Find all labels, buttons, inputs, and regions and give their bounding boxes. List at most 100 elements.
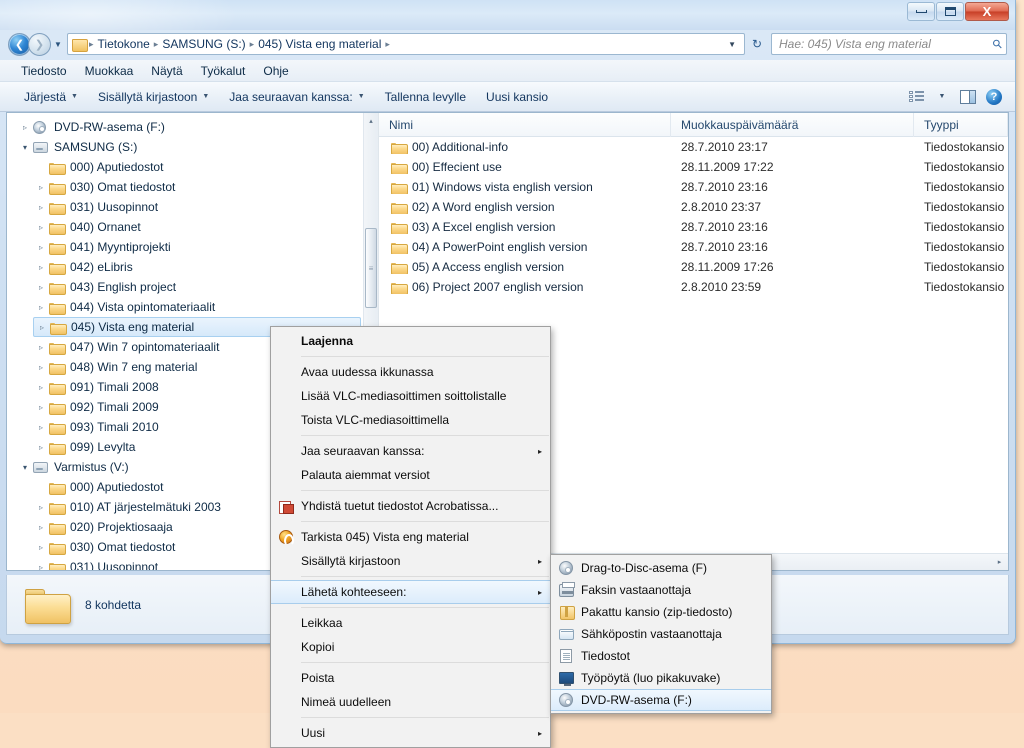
context-menu-item[interactable]: Poista — [271, 666, 550, 690]
breadcrumb-item-0[interactable]: Tietokone — [95, 37, 153, 51]
expand-arrow-icon[interactable]: ▹ — [33, 563, 49, 571]
collapse-arrow-icon[interactable]: ▾ — [17, 463, 33, 472]
context-menu-item[interactable]: Palauta aiemmat versiot — [271, 463, 550, 487]
folder-icon — [72, 38, 86, 50]
expand-arrow-icon[interactable]: ▹ — [33, 263, 49, 272]
forward-button[interactable]: ❯ — [28, 33, 51, 56]
send-to-menu-item-label: Pakattu kansio (zip-tiedosto) — [581, 605, 747, 619]
breadcrumb-item-2[interactable]: 045) Vista eng material — [255, 37, 384, 51]
expand-arrow-icon[interactable]: ▹ — [33, 363, 49, 372]
recent-locations-button[interactable]: ▼ — [51, 40, 65, 49]
tree-item[interactable]: ▹043) English project — [33, 277, 363, 297]
tree-item[interactable]: ▾SAMSUNG (S:) — [17, 137, 363, 157]
tree-item[interactable]: 000) Aputiedostot — [33, 157, 363, 177]
tree-item[interactable]: ▹031) Uusopinnot — [33, 197, 363, 217]
navigation-scrollbar-thumb[interactable]: ≡ — [365, 228, 377, 308]
maximize-button[interactable] — [936, 2, 964, 21]
breadcrumb-item-1[interactable]: SAMSUNG (S:) — [159, 37, 248, 51]
breadcrumb[interactable]: ▸ Tietokone ▸ SAMSUNG (S:) ▸ 045) Vista … — [67, 33, 745, 55]
expand-arrow-icon[interactable]: ▹ — [17, 123, 33, 132]
context-menu-item[interactable]: Lisää VLC-mediasoittimen soittolistalle — [271, 384, 550, 408]
send-to-menu-item[interactable]: Drag-to-Disc-asema (F) — [551, 557, 771, 579]
toolbar-button-tallenna-levylle[interactable]: Tallenna levylle — [375, 87, 476, 107]
context-menu-item[interactable]: Nimeä uudelleen — [271, 690, 550, 714]
table-row[interactable]: 06) Project 2007 english version2.8.2010… — [379, 277, 1008, 297]
expand-arrow-icon[interactable]: ▹ — [33, 423, 49, 432]
search-input[interactable]: Hae: 045) Vista eng material ⚲ — [771, 33, 1007, 55]
help-icon[interactable]: ? — [981, 86, 1007, 108]
close-button[interactable]: X — [965, 2, 1009, 21]
tree-item[interactable]: ▹040) Ornanet — [33, 217, 363, 237]
context-menu-item[interactable]: Uusi▸ — [271, 721, 550, 745]
toolbar-button-sisallyta-kirjastoon[interactable]: Sisällytä kirjastoon ▼ — [88, 87, 219, 107]
toolbar-button-jarjesta[interactable]: Järjestä ▼ — [14, 87, 88, 107]
context-menu-item[interactable]: Kopioi — [271, 635, 550, 659]
context-menu-item[interactable]: Leikkaa — [271, 611, 550, 635]
folder-icon — [49, 521, 66, 533]
expand-arrow-icon[interactable]: ▹ — [33, 503, 49, 512]
disc-icon — [551, 561, 581, 575]
tree-item[interactable]: ▹042) eLibris — [33, 257, 363, 277]
context-menu-item[interactable]: Laajenna — [271, 329, 550, 353]
expand-arrow-icon[interactable]: ▹ — [33, 443, 49, 452]
table-row[interactable]: 00) Additional-info28.7.2010 23:17Tiedos… — [379, 137, 1008, 157]
menu-item-muokkaa[interactable]: Muokkaa — [76, 62, 143, 80]
context-menu-item[interactable]: Toista VLC-mediasoittimella — [271, 408, 550, 432]
tree-item[interactable]: ▹044) Vista opintomateriaalit — [33, 297, 363, 317]
send-to-menu-item[interactable]: Pakattu kansio (zip-tiedosto) — [551, 601, 771, 623]
expand-arrow-icon[interactable]: ▹ — [33, 283, 49, 292]
column-header-nimi[interactable]: Nimi — [379, 113, 671, 137]
context-menu-item[interactable]: Lähetä kohteeseen:▸ — [271, 580, 550, 604]
expand-arrow-icon[interactable]: ▹ — [33, 183, 49, 192]
column-header-tyyppi[interactable]: Tyyppi — [914, 113, 1008, 137]
menu-item-tiedosto[interactable]: Tiedosto — [12, 62, 76, 80]
table-row[interactable]: 01) Windows vista english version28.7.20… — [379, 177, 1008, 197]
table-row[interactable]: 04) A PowerPoint english version28.7.201… — [379, 237, 1008, 257]
expand-arrow-icon[interactable]: ▹ — [33, 343, 49, 352]
breadcrumb-dropdown-button[interactable]: ▼ — [722, 40, 742, 49]
menu-item-ohje[interactable]: Ohje — [254, 62, 297, 80]
expand-arrow-icon[interactable]: ▹ — [33, 243, 49, 252]
expand-arrow-icon[interactable]: ▹ — [33, 403, 49, 412]
expand-arrow-icon[interactable]: ▹ — [33, 523, 49, 532]
menu-separator — [301, 521, 549, 522]
tree-item[interactable]: ▹DVD-RW-asema (F:) — [17, 117, 363, 137]
toolbar-button-jaa-seuraavan-kanssa[interactable]: Jaa seuraavan kanssa: ▼ — [219, 87, 374, 107]
table-row[interactable]: 00) Effecient use28.11.2009 17:22Tiedost… — [379, 157, 1008, 177]
tree-item[interactable]: ▹041) Myyntiprojekti — [33, 237, 363, 257]
menu-item-nayta[interactable]: Näytä — [142, 62, 191, 80]
preview-pane-icon[interactable] — [955, 86, 981, 108]
expand-arrow-icon[interactable]: ▹ — [33, 543, 49, 552]
scroll-right-button[interactable]: ▸ — [991, 554, 1008, 570]
scroll-up-button[interactable]: ▴ — [364, 113, 378, 129]
context-menu-item[interactable]: Jaa seuraavan kanssa:▸ — [271, 439, 550, 463]
send-to-menu-item[interactable]: Tiedostot — [551, 645, 771, 667]
send-to-menu-item[interactable]: DVD-RW-asema (F:) — [551, 689, 771, 711]
expand-arrow-icon[interactable]: ▹ — [33, 383, 49, 392]
tree-item-label: 031) Uusopinnot — [66, 560, 158, 570]
send-to-submenu: Drag-to-Disc-asema (F)Faksin vastaanotta… — [550, 554, 772, 714]
send-to-menu-item[interactable]: Työpöytä (luo pikakuvake) — [551, 667, 771, 689]
expand-arrow-icon[interactable]: ▹ — [33, 203, 49, 212]
table-row[interactable]: 03) A Excel english version28.7.2010 23:… — [379, 217, 1008, 237]
toolbar-button-uusi-kansio[interactable]: Uusi kansio — [476, 87, 558, 107]
expand-arrow-icon[interactable]: ▹ — [34, 323, 50, 332]
expand-arrow-icon[interactable]: ▹ — [33, 303, 49, 312]
send-to-menu-item[interactable]: Sähköpostin vastaanottaja — [551, 623, 771, 645]
expand-arrow-icon[interactable]: ▹ — [33, 223, 49, 232]
tree-item[interactable]: ▹030) Omat tiedostot — [33, 177, 363, 197]
context-menu-item[interactable]: Yhdistä tuetut tiedostot Acrobatissa... — [271, 494, 550, 518]
table-row[interactable]: 02) A Word english version2.8.2010 23:37… — [379, 197, 1008, 217]
refresh-icon[interactable]: ↻ — [745, 33, 769, 55]
context-menu-item[interactable]: Tarkista 045) Vista eng material — [271, 525, 550, 549]
menu-item-tyokalut[interactable]: Työkalut — [192, 62, 255, 80]
view-dropdown-button[interactable]: ▼ — [929, 86, 955, 108]
column-header-muokkauspaivamaara[interactable]: Muokkauspäivämäärä — [671, 113, 914, 137]
context-menu-item[interactable]: Sisällytä kirjastoon▸ — [271, 549, 550, 573]
send-to-menu-item[interactable]: Faksin vastaanottaja — [551, 579, 771, 601]
minimize-button[interactable] — [907, 2, 935, 21]
view-layout-icon[interactable] — [903, 86, 929, 108]
context-menu-item[interactable]: Avaa uudessa ikkunassa — [271, 360, 550, 384]
collapse-arrow-icon[interactable]: ▾ — [17, 143, 33, 152]
table-row[interactable]: 05) A Access english version28.11.2009 1… — [379, 257, 1008, 277]
